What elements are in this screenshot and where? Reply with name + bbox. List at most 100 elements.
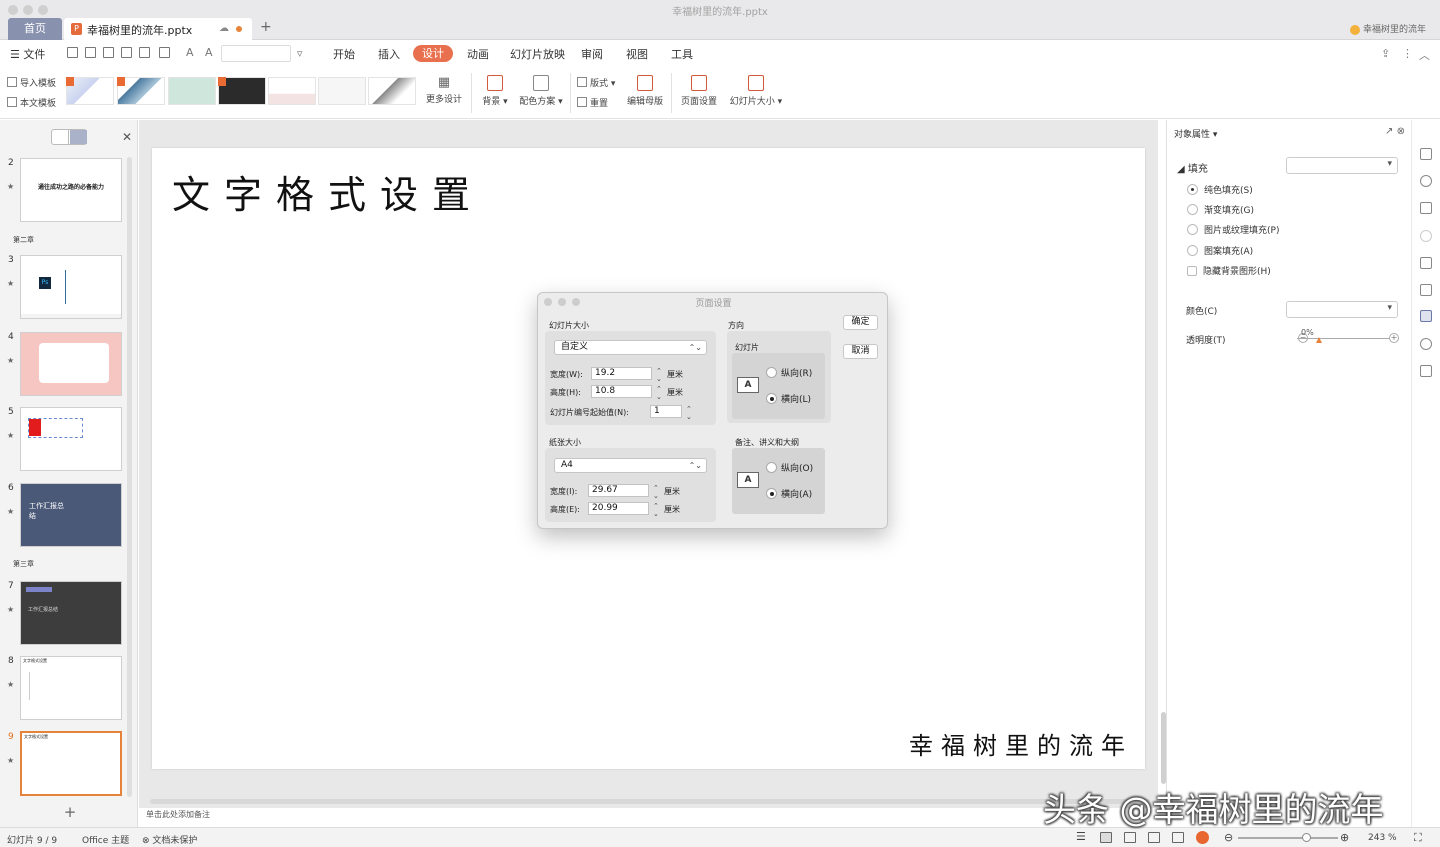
color-scheme-button[interactable]: 配色方案 ▾	[516, 75, 566, 107]
zoom-level[interactable]: 243 %	[1368, 833, 1397, 843]
paper-height-stepper-icon[interactable]: ⌃ ⌄	[653, 502, 659, 518]
design-thumbnail[interactable]	[66, 77, 114, 105]
solid-fill-radio[interactable]: 纯色填充(S)	[1187, 183, 1253, 196]
slide-size-button[interactable]: 幻灯片大小 ▾	[727, 75, 785, 107]
normal-view-icon[interactable]	[1100, 832, 1112, 843]
menu-animation[interactable]: 动画	[467, 46, 489, 62]
paper-width-input[interactable]: 29.67	[588, 484, 649, 497]
font-grow-icon[interactable]: A	[186, 46, 194, 59]
slide-thumbnail-5[interactable]	[20, 407, 122, 471]
more-icon[interactable]: ⋮	[1402, 47, 1413, 60]
notes-placeholder[interactable]: 单击此处添加备注	[146, 809, 210, 820]
this-template-button[interactable]: 本文模板	[7, 96, 56, 109]
slide-footer-text[interactable]: 幸福树里的流年	[909, 726, 1133, 761]
tab-document[interactable]: P 幸福树里的流年.pptx ☁	[64, 18, 252, 40]
close-icon[interactable]: ⊗	[1397, 126, 1405, 137]
save-icon[interactable]	[103, 47, 114, 58]
pattern-fill-radio[interactable]: 图案填充(A)	[1187, 244, 1253, 257]
cloud-icon[interactable]: ☁	[219, 23, 229, 34]
fill-section-toggle[interactable]: ◢ 填充	[1177, 160, 1208, 175]
start-number-stepper-icon[interactable]: ⌃ ⌄	[686, 405, 692, 421]
slide-thumbnail-2[interactable]: 通往成功之路的必备能力	[20, 158, 122, 222]
layers-icon[interactable]	[1420, 257, 1432, 269]
reset-button[interactable]: 重置	[577, 96, 608, 109]
collapse-ribbon-icon[interactable]: ︿	[1419, 47, 1430, 63]
shape-icon[interactable]	[1420, 175, 1432, 187]
outline-view-icon[interactable]	[52, 130, 69, 144]
share-icon[interactable]: ⇪	[1381, 47, 1390, 60]
zoom-slider-handle[interactable]	[1302, 833, 1311, 842]
close-panel-icon[interactable]: ✕	[122, 130, 132, 144]
increase-transparency-button[interactable]: +	[1389, 333, 1399, 343]
menu-design[interactable]: 设计	[413, 45, 453, 62]
add-tab-button[interactable]: +	[260, 19, 272, 35]
layout-button[interactable]: 版式 ▾	[577, 76, 615, 89]
picture-fill-radio[interactable]: 图片或纹理填充(P)	[1187, 223, 1279, 236]
fit-window-icon[interactable]: ⛶	[1414, 831, 1422, 845]
presenter-view-icon[interactable]	[1172, 832, 1184, 843]
menu-review[interactable]: 审阅	[581, 46, 603, 62]
image-tools-icon[interactable]	[1420, 365, 1432, 377]
slide-thumbnail-7[interactable]: 工作汇报总结	[20, 581, 122, 645]
design-thumbnail[interactable]	[117, 77, 165, 105]
section-label-chapter-2[interactable]: 第二章	[13, 235, 34, 245]
slide-title[interactable]: 文字格式设置	[172, 164, 484, 219]
height-stepper-icon[interactable]: ⌃ ⌄	[656, 385, 662, 401]
play-slideshow-icon[interactable]	[1196, 831, 1209, 844]
animation-icon[interactable]	[1420, 284, 1432, 296]
document-protection[interactable]: ⊗ 文档未保护	[142, 833, 197, 846]
menu-slideshow[interactable]: 幻灯片放映	[510, 46, 565, 62]
chevron-down-icon[interactable]: ▿	[297, 47, 303, 60]
font-shrink-icon[interactable]: A	[205, 46, 213, 59]
history-icon[interactable]	[1420, 338, 1432, 350]
menu-view[interactable]: 视图	[626, 46, 648, 62]
paper-width-stepper-icon[interactable]: ⌃ ⌄	[653, 484, 659, 500]
view-toggle[interactable]	[51, 129, 87, 145]
width-stepper-icon[interactable]: ⌃ ⌄	[656, 367, 662, 383]
add-slide-button[interactable]: +	[57, 804, 83, 822]
notes-view-icon[interactable]: ☰	[1076, 830, 1088, 843]
thumbnail-scrollbar[interactable]	[127, 157, 132, 797]
slide-size-select[interactable]: 自定义 ⌃⌄	[554, 340, 707, 355]
height-input[interactable]: 10.8	[591, 385, 652, 398]
transparency-slider-handle[interactable]	[1316, 337, 1322, 343]
slide-thumbnail-3[interactable]: Ps	[20, 255, 122, 319]
text-style-icon[interactable]	[1420, 202, 1432, 214]
open-folder-icon[interactable]	[85, 47, 96, 58]
design-thumbnail[interactable]	[268, 77, 316, 105]
effects-icon[interactable]	[1420, 230, 1432, 242]
menu-insert[interactable]: 插入	[378, 46, 400, 62]
zoom-slider[interactable]	[1238, 837, 1338, 839]
ok-button[interactable]: 确定	[843, 315, 878, 330]
reading-view-icon[interactable]	[1148, 832, 1160, 843]
color-dropdown[interactable]: ▾	[1286, 301, 1398, 318]
edit-master-button[interactable]: 编辑母版	[624, 75, 666, 107]
zoom-out-icon[interactable]: ⊖	[1224, 831, 1233, 844]
design-thumbnail[interactable]	[368, 77, 416, 105]
gradient-fill-radio[interactable]: 渐变填充(G)	[1187, 203, 1254, 216]
slide-thumbnail-6[interactable]: 工作汇报总结	[20, 483, 122, 547]
print-icon[interactable]	[139, 47, 150, 58]
slide-view-icon[interactable]	[70, 130, 87, 144]
font-size-box[interactable]	[221, 45, 291, 62]
zoom-in-icon[interactable]: ⊕	[1340, 831, 1349, 844]
menu-tools[interactable]: 工具	[671, 46, 693, 62]
width-input[interactable]: 19.2	[591, 367, 652, 380]
format-painter-icon[interactable]	[121, 47, 132, 58]
design-thumbnail[interactable]	[218, 77, 266, 105]
properties-settings-icon[interactable]	[1420, 310, 1432, 322]
slides-portrait-radio[interactable]: 纵向(R)	[766, 366, 812, 379]
fill-dropdown[interactable]: ▾	[1286, 157, 1398, 174]
design-thumbnail[interactable]	[318, 77, 366, 105]
slides-landscape-radio[interactable]: 横向(L)	[766, 392, 811, 405]
transform-icon[interactable]	[1420, 148, 1432, 160]
cancel-button[interactable]: 取消	[843, 344, 878, 359]
notes-portrait-radio[interactable]: 纵向(O)	[766, 461, 813, 474]
new-file-icon[interactable]	[67, 47, 78, 58]
tab-home[interactable]: 首页	[8, 18, 62, 40]
paper-height-input[interactable]: 20.99	[588, 502, 649, 515]
page-setup-button[interactable]: 页面设置	[678, 75, 720, 107]
slide-thumbnail-4[interactable]	[20, 332, 122, 396]
background-button[interactable]: 背景 ▾	[479, 75, 511, 107]
canvas-horizontal-scrollbar[interactable]	[150, 799, 1150, 804]
